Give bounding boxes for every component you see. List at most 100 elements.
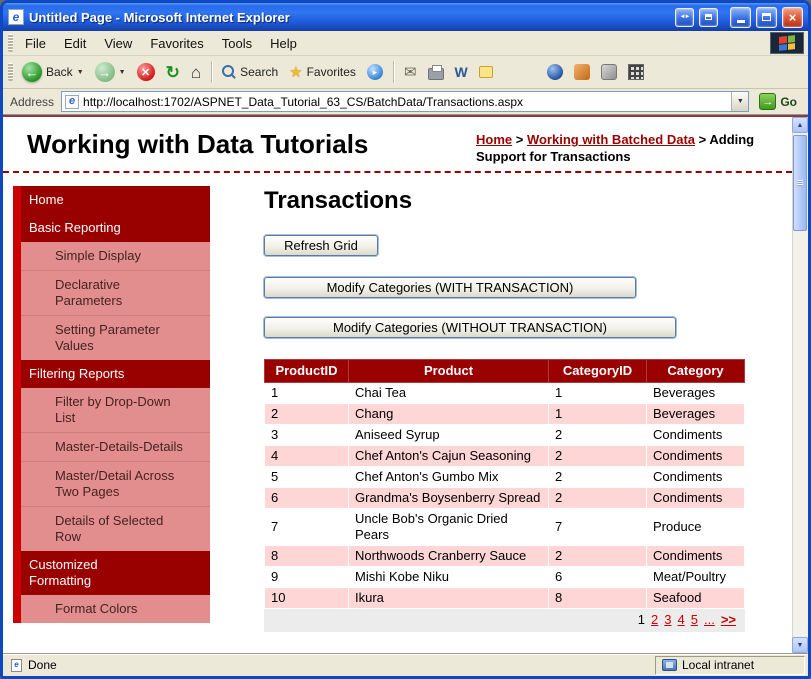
menu-bar-items: File Edit View Favorites Tools Help: [16, 33, 770, 54]
sidebar-item-master-details-details[interactable]: Master-Details-Details: [21, 432, 210, 461]
sidebar-item-format-colors[interactable]: Format Colors: [21, 595, 210, 623]
sidebar-item-simple-display[interactable]: Simple Display: [21, 242, 210, 270]
sidebar-item-declarative-parameters[interactable]: Declarative Parameters: [21, 270, 210, 315]
address-field[interactable]: e ▼: [61, 91, 750, 112]
status-bar: e Done Local intranet: [3, 653, 808, 676]
cell-product: Chai Tea: [348, 382, 549, 404]
pager-ellipsis-link[interactable]: ...: [704, 612, 715, 627]
scroll-down-button[interactable]: ▼: [792, 637, 808, 653]
pager-link-2[interactable]: 2: [651, 612, 658, 627]
sidebar-item-master-detail-across-two-pages[interactable]: Master/Detail Across Two Pages: [21, 461, 210, 506]
menu-item-favorites[interactable]: Favorites: [141, 33, 212, 54]
cell-productid: 1: [264, 382, 349, 404]
sidebar-item-basic-reporting[interactable]: Basic Reporting: [21, 214, 210, 242]
title-bar[interactable]: e Untitled Page - Microsoft Internet Exp…: [3, 3, 808, 31]
cell-category: Condiments: [646, 545, 745, 567]
breadcrumb-separator: >: [695, 132, 710, 147]
pager-next-link[interactable]: >>: [721, 612, 736, 627]
refresh-grid-button[interactable]: Refresh Grid: [264, 235, 378, 256]
cell-productid: 9: [264, 566, 349, 588]
table-row: 10 Ikura 8 Seafood: [264, 587, 745, 609]
research-button[interactable]: [542, 61, 568, 83]
modify-without-transaction-button[interactable]: Modify Categories (WITHOUT TRANSACTION): [264, 317, 676, 338]
cell-category: Meat/Poultry: [646, 566, 745, 588]
grid-tool-icon: [627, 64, 644, 80]
cell-category: Condiments: [646, 445, 745, 467]
favorites-button[interactable]: ★ Favorites: [284, 62, 361, 83]
close-button[interactable]: ×: [782, 6, 803, 28]
back-dropdown-icon[interactable]: ▼: [77, 69, 84, 76]
cell-productid: 5: [264, 466, 349, 488]
print-button[interactable]: [423, 62, 449, 83]
forward-dropdown-icon[interactable]: ▼: [119, 69, 126, 76]
forward-icon: →: [94, 62, 115, 82]
cell-category: Condiments: [646, 487, 745, 509]
stop-button[interactable]: ✕: [132, 60, 160, 84]
address-input[interactable]: [83, 93, 732, 110]
sidebar-stripe: [13, 186, 21, 623]
stop-icon: ✕: [136, 63, 155, 81]
window-extra-restore-button[interactable]: [699, 7, 718, 27]
mail-button[interactable]: ✉: [399, 62, 422, 83]
pager-link-5[interactable]: 5: [691, 612, 698, 627]
cell-categoryid: 6: [548, 566, 647, 588]
media-button[interactable]: ▸: [362, 61, 388, 83]
messenger-button[interactable]: [569, 61, 595, 83]
menu-item-view[interactable]: View: [95, 33, 141, 54]
back-label: Back: [46, 65, 73, 79]
sidebar-item-customized-formatting[interactable]: Customized Formatting: [21, 551, 210, 595]
address-label: Address: [10, 94, 55, 109]
vertical-scrollbar[interactable]: ▲ ▼: [792, 117, 808, 653]
cell-productid: 3: [264, 424, 349, 446]
scrollbar-track[interactable]: [792, 133, 808, 637]
maximize-button[interactable]: [756, 6, 777, 28]
sidebar-item-filtering-reports[interactable]: Filtering Reports: [21, 360, 210, 388]
back-button[interactable]: ← Back ▼: [17, 59, 89, 85]
menu-item-tools[interactable]: Tools: [213, 33, 261, 54]
pager-link-4[interactable]: 4: [678, 612, 685, 627]
discuss-button[interactable]: [474, 63, 498, 81]
page-body: Home Basic Reporting Simple Display Declara…: [3, 173, 792, 632]
grid-tool-button[interactable]: [623, 61, 649, 83]
sidebar-item-home[interactable]: Home: [21, 186, 210, 214]
window-extra-arrows-button[interactable]: ◄►: [675, 7, 694, 27]
sidebar-item-setting-parameter-values[interactable]: Setting Parameter Values: [21, 315, 210, 360]
breadcrumb-home[interactable]: Home: [476, 132, 512, 147]
table-row: 2 Chang 1 Beverages: [264, 403, 745, 425]
cell-product: Northwoods Cranberry Sauce: [348, 545, 549, 567]
cell-productid: 8: [264, 545, 349, 567]
go-button[interactable]: → Go: [753, 92, 805, 111]
pager-link-3[interactable]: 3: [664, 612, 671, 627]
scrollbar-thumb[interactable]: [793, 135, 807, 231]
cell-product: Ikura: [348, 587, 549, 609]
refresh-button[interactable]: ↻: [161, 61, 185, 84]
menu-bar: File Edit View Favorites Tools Help: [3, 31, 808, 56]
menu-item-help[interactable]: Help: [261, 33, 306, 54]
windows-flag-icon: [779, 35, 795, 51]
print-icon: [427, 64, 444, 80]
tool-extra-button[interactable]: [596, 61, 622, 83]
address-bar: Address e ▼ → Go: [3, 89, 808, 115]
search-button[interactable]: Search: [217, 62, 283, 82]
menu-item-file[interactable]: File: [16, 33, 55, 54]
home-button[interactable]: ⌂: [186, 61, 206, 84]
column-header-product: Product: [348, 359, 549, 383]
tool-extra-icon: [600, 64, 617, 80]
edit-with-word-button[interactable]: W: [450, 62, 473, 82]
toolbar-grip[interactable]: [8, 63, 13, 81]
breadcrumb-working-with-batched-data[interactable]: Working with Batched Data: [527, 132, 695, 147]
modify-with-transaction-button[interactable]: Modify Categories (WITH TRANSACTION): [264, 277, 636, 298]
sidebar-item-filter-by-drop-down-list[interactable]: Filter by Drop-Down List: [21, 388, 210, 432]
cell-categoryid: 2: [548, 445, 647, 467]
cell-productid: 6: [264, 487, 349, 509]
minimize-button[interactable]: [730, 6, 751, 28]
cell-category: Condiments: [646, 424, 745, 446]
table-row: 6 Grandma's Boysenberry Spread 2 Condiments: [264, 487, 745, 509]
column-header-categoryid: CategoryID: [548, 359, 647, 383]
menu-grip[interactable]: [8, 34, 13, 52]
forward-button[interactable]: → ▼: [90, 59, 131, 85]
address-dropdown-button[interactable]: ▼: [731, 92, 749, 111]
menu-item-edit[interactable]: Edit: [55, 33, 95, 54]
scroll-up-button[interactable]: ▲: [792, 117, 808, 133]
sidebar-item-details-of-selected-row[interactable]: Details of Selected Row: [21, 506, 210, 551]
